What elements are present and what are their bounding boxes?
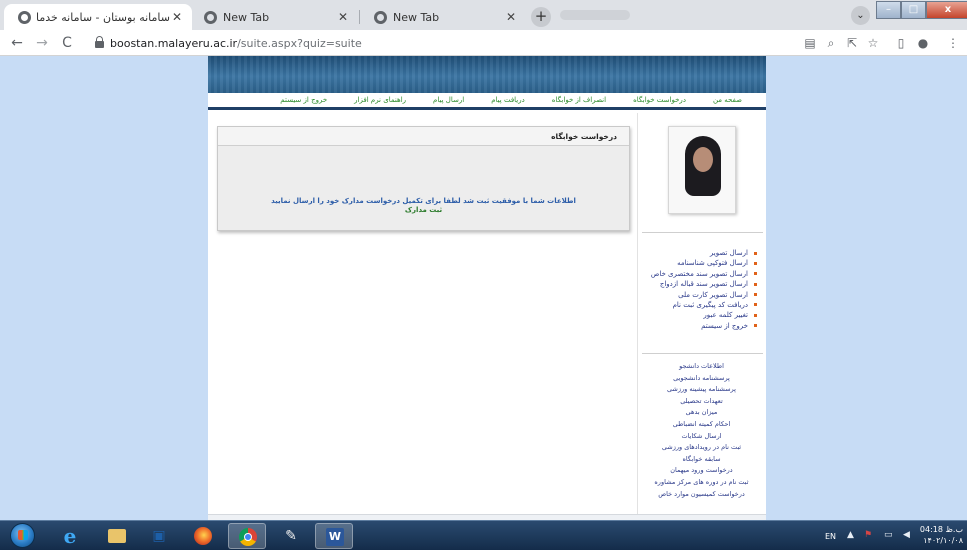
document-menu: ارسال تصویر ارسال فتوکپی شناسنامه ارسال … xyxy=(637,248,766,331)
nav-dorm-request[interactable]: درخواست خوابگاه xyxy=(633,96,686,104)
share-icon[interactable]: ⇱ xyxy=(844,35,860,51)
file-explorer-icon[interactable] xyxy=(98,523,136,549)
link-student-questionnaire[interactable]: پرسشنامه دانشجویی xyxy=(637,373,766,385)
chrome-favicon-icon xyxy=(204,10,217,24)
translate-icon[interactable]: ▤ xyxy=(802,35,818,51)
window-controls: – □ x xyxy=(876,1,967,19)
word-icon[interactable]: W xyxy=(315,523,353,549)
link-debt-amount[interactable]: میزان بدهی xyxy=(637,407,766,419)
link-sports-questionnaire[interactable]: پرسشنامه پیشینه ورزشی xyxy=(637,384,766,396)
menu-item-tracking-code[interactable]: دریافت کد پیگیری ثبت نام xyxy=(637,300,766,310)
nav-send-message[interactable]: ارسال پیام xyxy=(433,96,464,104)
clock-date: ۱۴۰۲/۱۰/۰۸ xyxy=(923,536,963,545)
clock-time: 04:18 ب.ظ xyxy=(919,525,963,534)
tab-strip: سامانه بوستان - سامانه خدمات الکترونیک د… xyxy=(0,0,967,30)
url-field[interactable]: boostan.malayeru.ac.ir/suite.aspx?quiz=s… xyxy=(110,37,362,50)
sidebar-panel-icon[interactable]: ▯ xyxy=(893,35,909,51)
menu-icon[interactable]: ⋮ xyxy=(945,35,961,51)
paint-icon[interactable]: ✎ xyxy=(272,523,310,549)
close-tab-icon[interactable]: ✕ xyxy=(336,10,350,24)
site-header-banner xyxy=(208,56,766,93)
message-body: اطلاعات شما با موفقیت ثبت شد لطفا برای ت… xyxy=(218,197,629,215)
link-dorm-history[interactable]: سابقه خوابگاه xyxy=(637,454,766,466)
nav-dorm-cancel[interactable]: انصراف از خوابگاه xyxy=(552,96,606,104)
tab-title: New Tab xyxy=(393,10,440,24)
address-bar: ← → C boostan.malayeru.ac.ir/suite.aspx?… xyxy=(0,30,967,56)
lock-icon[interactable] xyxy=(95,36,104,48)
volume-icon[interactable]: ◀ xyxy=(903,530,910,540)
link-special-commission[interactable]: درخواست کمیسیون موارد خاص xyxy=(637,489,766,501)
menu-item-national-card[interactable]: ارسال تصویر کارت ملی xyxy=(637,290,766,300)
student-photo xyxy=(668,126,736,214)
nav-receive-message[interactable]: دریافت پیام xyxy=(491,96,525,104)
close-tab-icon[interactable]: ✕ xyxy=(504,10,518,24)
chrome-favicon-icon xyxy=(374,10,387,24)
menu-item-special-document[interactable]: ارسال تصویر سند مختصری خاص xyxy=(637,269,766,279)
submit-documents-link[interactable]: ثبت مدارک xyxy=(218,206,629,215)
network-icon[interactable]: ▭ xyxy=(884,530,893,540)
system-clock[interactable]: 04:18 ب.ظ ۱۴۰۲/۱۰/۰۸ xyxy=(913,524,963,546)
link-guest-entry[interactable]: درخواست ورود میهمان xyxy=(637,465,766,477)
sidebar-divider xyxy=(642,232,763,233)
student-info-links: اطلاعات دانشجو پرسشنامه دانشجویی پرسشنام… xyxy=(637,361,766,500)
top-navigation: صفحه من درخواست خوابگاه انصراف از خوابگا… xyxy=(208,93,766,110)
menu-item-marriage-document[interactable]: ارسال تصویر سند قباله ازدواج xyxy=(637,279,766,289)
link-send-complaints[interactable]: ارسال شکایات xyxy=(637,431,766,443)
tab-title: سامانه بوستان - سامانه خدمات الکترونیک د xyxy=(37,10,170,24)
taskbar: e ▣ ✎ W EN ▲ ⚑ ▭ ◀ 04:18 ب.ظ ۱۴۰۲/۱۰/۰۸ xyxy=(0,520,967,550)
sidebar: ارسال تصویر ارسال فتوکپی شناسنامه ارسال … xyxy=(637,113,766,520)
tab-title: New Tab xyxy=(223,10,270,24)
nav-software-help[interactable]: راهنمای نرم افزار xyxy=(354,96,406,104)
boostan-site: صفحه من درخواست خوابگاه انصراف از خوابگا… xyxy=(208,56,766,520)
language-indicator[interactable]: EN xyxy=(825,532,836,550)
forward-button[interactable]: → xyxy=(33,34,51,52)
url-domain: boostan.malayeru.ac.ir xyxy=(110,37,238,50)
menu-item-send-photo[interactable]: ارسال تصویر xyxy=(637,248,766,258)
chrome-icon[interactable] xyxy=(228,523,266,549)
link-student-info[interactable]: اطلاعات دانشجو xyxy=(637,361,766,373)
tab-new-1[interactable]: New Tab ✕ xyxy=(190,4,358,30)
zoom-icon[interactable]: ⌕ xyxy=(823,35,839,51)
tab-boostan[interactable]: سامانه بوستان - سامانه خدمات الکترونیک د… xyxy=(4,4,192,30)
nav-my-page[interactable]: صفحه من xyxy=(713,96,742,104)
reload-button[interactable]: C xyxy=(58,34,76,52)
profile-icon[interactable]: ● xyxy=(915,35,931,51)
blurred-region xyxy=(560,10,630,20)
firefox-icon[interactable] xyxy=(184,523,222,549)
sidebar-divider xyxy=(642,353,763,354)
menu-item-birth-certificate[interactable]: ارسال فتوکپی شناسنامه xyxy=(637,258,766,268)
dorm-request-panel: درخواست خوابگاه اطلاعات شما با موفقیت ثب… xyxy=(217,126,630,231)
success-message: اطلاعات شما با موفقیت ثبت شد لطفا برای ت… xyxy=(271,197,576,205)
url-path: /suite.aspx?quiz=suite xyxy=(237,37,362,50)
minimize-button[interactable]: – xyxy=(876,1,901,19)
new-tab-button[interactable]: + xyxy=(531,7,551,27)
action-center-flag-icon[interactable]: ⚑ xyxy=(864,530,872,540)
photo-face xyxy=(693,147,713,172)
menu-item-change-password[interactable]: تغییر کلمه عبور xyxy=(637,310,766,320)
link-sports-events[interactable]: ثبت نام در رویدادهای ورزشی xyxy=(637,442,766,454)
site-favicon-icon xyxy=(18,10,31,24)
internet-explorer-icon[interactable]: e xyxy=(51,523,89,549)
bookmark-star-icon[interactable]: ☆ xyxy=(865,35,881,51)
link-disciplinary-rulings[interactable]: احکام کمیته انضباطی xyxy=(637,419,766,431)
tab-new-2[interactable]: New Tab ✕ xyxy=(360,4,526,30)
link-counseling-courses[interactable]: ثبت نام در دوره های مرکز مشاوره xyxy=(637,477,766,489)
close-window-button[interactable]: x xyxy=(926,1,967,19)
nav-logout[interactable]: خروج از سیستم xyxy=(280,96,327,104)
start-button[interactable] xyxy=(10,523,35,548)
maximize-button[interactable]: □ xyxy=(901,1,926,19)
media-player-icon[interactable]: ▣ xyxy=(140,523,178,549)
link-academic-commitments[interactable]: تعهدات تحصیلی xyxy=(637,396,766,408)
back-button[interactable]: ← xyxy=(8,34,26,52)
panel-title: درخواست خوابگاه xyxy=(218,127,629,146)
close-tab-icon[interactable]: ✕ xyxy=(170,10,184,24)
show-hidden-icons-icon[interactable]: ▲ xyxy=(847,530,854,540)
tab-search-button[interactable]: ⌄ xyxy=(851,6,870,25)
menu-item-logout[interactable]: خروج از سیستم xyxy=(637,321,766,331)
